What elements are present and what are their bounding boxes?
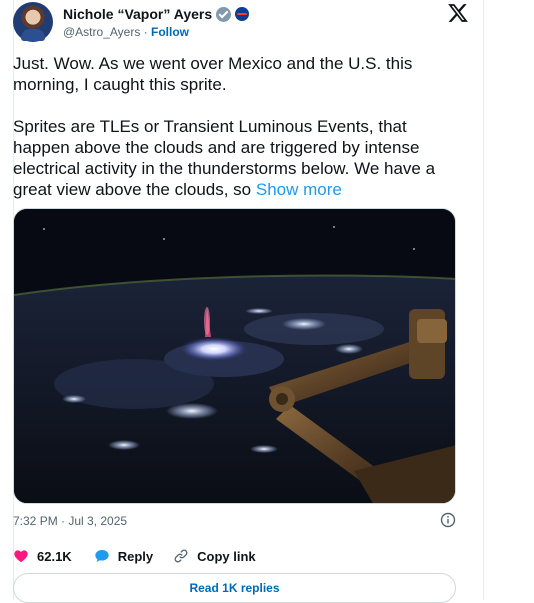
show-more-link[interactable]: Show more [256, 180, 342, 199]
author-avatar[interactable] [13, 2, 53, 42]
author-handle-row: @Astro_Ayers · Follow [63, 25, 189, 39]
copy-link-label: Copy link [197, 548, 256, 564]
sprite-photo-image [14, 209, 455, 503]
like-button[interactable]: 62.1K [13, 548, 72, 564]
copy-link-button[interactable]: Copy link [173, 548, 256, 564]
reply-label: Reply [117, 548, 154, 564]
nasa-affiliation-icon[interactable] [235, 7, 250, 21]
author-name-row: Nichole “Vapor” Ayers [63, 4, 250, 24]
tweet-paragraph-1: Just. Wow. As we went over Mexico and th… [13, 54, 413, 94]
tweet-timestamp[interactable]: 7:32 PM · Jul 3, 2025 [13, 514, 127, 528]
reply-button[interactable]: Reply [94, 548, 153, 564]
read-replies-button[interactable]: Read 1K replies [13, 573, 456, 603]
author-handle[interactable]: @Astro_Ayers [63, 25, 140, 39]
link-icon [174, 549, 188, 563]
speech-bubble-icon [95, 550, 109, 562]
follow-link[interactable]: Follow [151, 25, 189, 39]
tweet-photo[interactable] [13, 208, 456, 504]
tweet-header: Nichole “Vapor” Ayers @Astro_Ayers · Fol… [13, 2, 471, 42]
tweet-paragraph-2: Sprites are TLEs or Transient Luminous E… [13, 116, 463, 200]
handle-separator: · [140, 25, 151, 39]
x-logo-icon[interactable] [447, 2, 469, 24]
verified-badge-icon [216, 6, 232, 22]
likes-count: 62.1K [37, 548, 72, 564]
heart-icon [14, 550, 28, 563]
info-icon[interactable] [440, 512, 456, 528]
tweet-actions: 62.1K Reply Copy link [13, 546, 256, 566]
author-display-name[interactable]: Nichole “Vapor” Ayers [63, 6, 212, 22]
tweet-text: Just. Wow. As we went over Mexico and th… [13, 53, 463, 200]
tweet-paragraph-2-text: Sprites are TLEs or Transient Luminous E… [13, 117, 436, 199]
